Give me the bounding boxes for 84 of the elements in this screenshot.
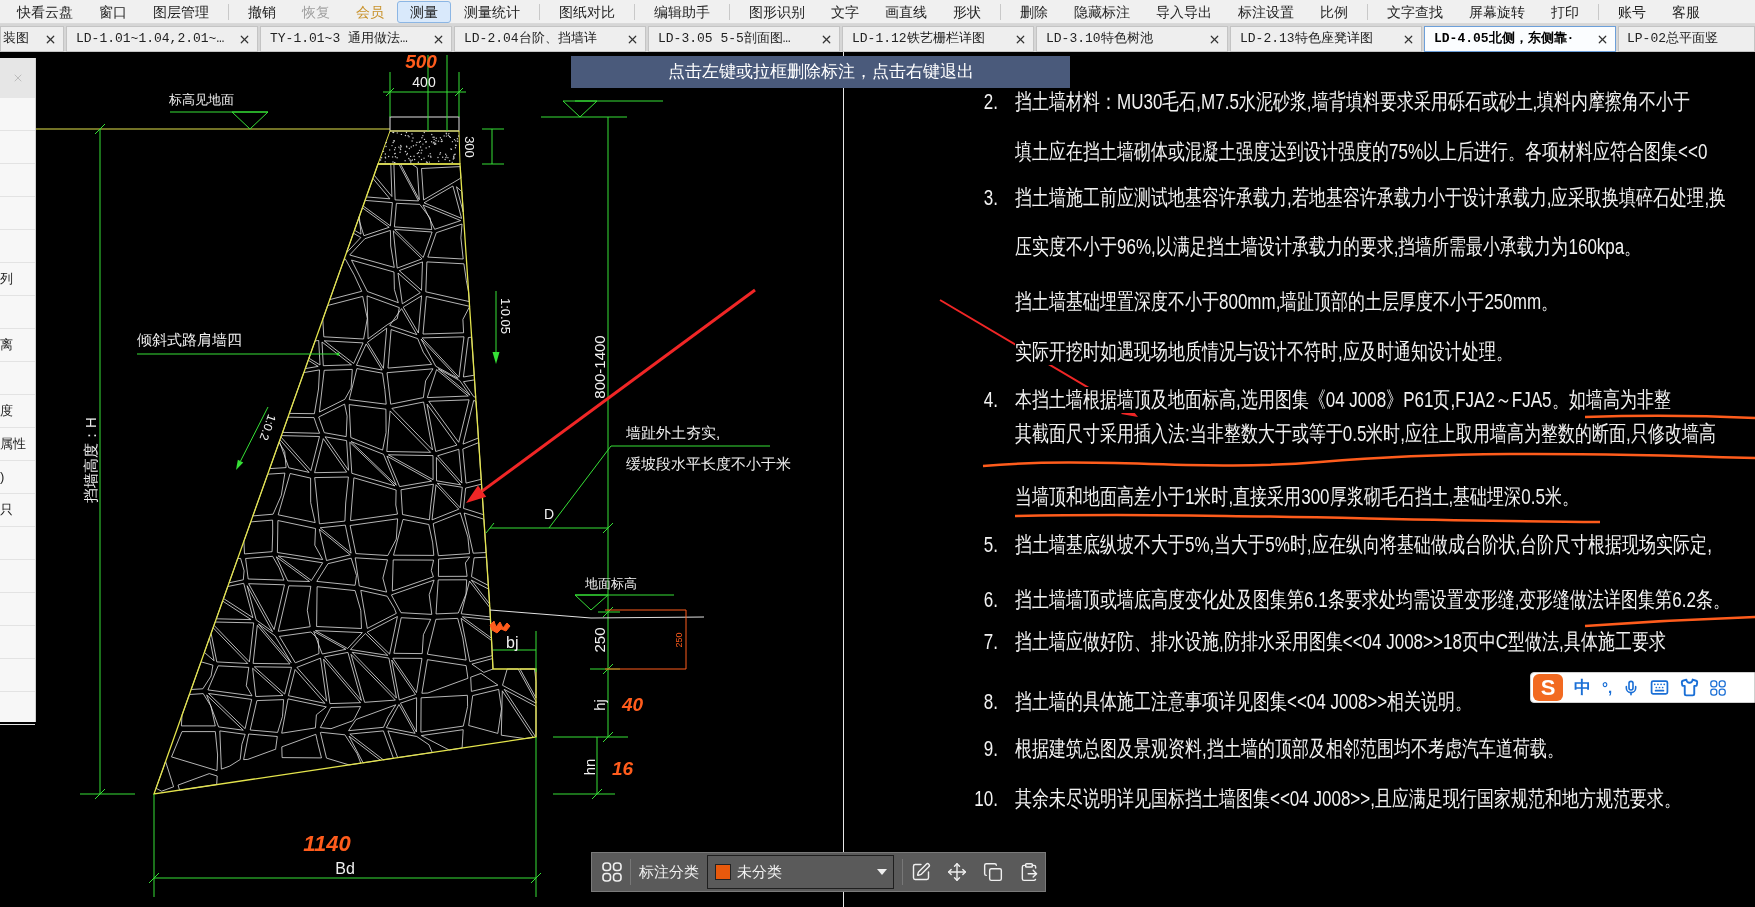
document-tab[interactable]: LD-4.05北侧，东侧靠· bbox=[1424, 26, 1616, 52]
panel-item[interactable]: 列 bbox=[0, 269, 13, 289]
punctuation-button[interactable]: °, bbox=[1602, 680, 1613, 695]
toolbar-button[interactable]: 文字 bbox=[818, 0, 872, 23]
toolbar-button[interactable]: 打印 bbox=[1538, 0, 1592, 23]
document-tab[interactable]: 装图 bbox=[0, 26, 64, 52]
toolbar-button[interactable]: 标注设置 bbox=[1225, 0, 1307, 23]
note-text: 挡土墙施工前应测试地基容许承载力,若地基容许承载力小于设计承载力,应采取换填碎石处理,换 bbox=[1015, 185, 1727, 211]
slope-label: 1:0.2 bbox=[256, 412, 279, 443]
handwritten-dimension: 500 bbox=[405, 52, 437, 72]
toolbar-button[interactable]: 图纸对比 bbox=[546, 0, 628, 23]
document-tab[interactable]: LD-1.12铁艺栅栏详图 bbox=[842, 26, 1034, 52]
toolbar-button[interactable]: 撤销 bbox=[235, 0, 289, 23]
handwritten-dimension: 1140 bbox=[303, 831, 351, 856]
grid-icon[interactable] bbox=[1710, 679, 1727, 696]
dimension-label: hn bbox=[581, 758, 598, 776]
keyboard-icon[interactable] bbox=[1650, 678, 1670, 697]
category-select[interactable]: 未分类 bbox=[707, 855, 894, 889]
panel-item[interactable]: 离 bbox=[0, 335, 13, 355]
dimension-label: bj bbox=[506, 634, 519, 651]
document-tab[interactable]: LP-02总平面竖 bbox=[1618, 26, 1755, 52]
wall-type-label: 倾斜式路肩墙四 bbox=[137, 331, 242, 348]
shirt-icon[interactable] bbox=[1680, 678, 1700, 697]
panel-item[interactable]: ) bbox=[0, 467, 5, 487]
toolbar-button[interactable]: 比例 bbox=[1307, 0, 1361, 23]
panel-item[interactable]: 只 bbox=[0, 500, 13, 520]
grid-icon[interactable] bbox=[602, 862, 622, 882]
toolbar-button[interactable]: 导入导出 bbox=[1143, 0, 1225, 23]
handwritten-dimension: 40 bbox=[622, 694, 644, 715]
clipboard-icon[interactable] bbox=[1019, 862, 1039, 882]
caret-icon bbox=[877, 869, 887, 875]
toolbar-button[interactable]: 形状 bbox=[940, 0, 994, 23]
note-text: 其截面尺寸采用插入法:当非整数大于或等于0.5米时,应往上取用墙高为整数的断面,只修改墙高 bbox=[1015, 421, 1716, 447]
note-text: 挡土墙应做好防、排水设施,防排水采用图集<<04 J008>>18页中C型做法,具体施工要求 bbox=[1015, 629, 1666, 655]
toolbar-button[interactable]: 账号 bbox=[1605, 0, 1659, 23]
dimension-line bbox=[492, 630, 537, 673]
note-text: 挡土墙材料：MU30毛石,M7.5水泥砂浆,墙背填料要求采用砾石或砂土,填料内摩擦角不小于 bbox=[1015, 89, 1691, 115]
toolbar-button[interactable]: 图形识别 bbox=[736, 0, 818, 23]
dimension-label: Bd bbox=[335, 860, 355, 877]
panel-item[interactable]: 度 bbox=[0, 401, 13, 421]
document-tab[interactable]: LD-1.01~1.04,2.01~… bbox=[66, 26, 258, 52]
scribble-icon bbox=[489, 620, 511, 634]
toolbar-button[interactable]: 删除 bbox=[1007, 0, 1061, 23]
toolbar-button[interactable]: 窗口 bbox=[86, 0, 140, 23]
toolbar-button[interactable]: 编辑助手 bbox=[641, 0, 723, 23]
ime-mode-button[interactable]: 中 bbox=[1574, 679, 1591, 696]
toolbar-button[interactable]: 文字查找 bbox=[1374, 0, 1456, 23]
document-tab[interactable]: TY-1.01~3 通用做法… bbox=[260, 26, 452, 52]
toolbar-button[interactable]: 隐藏标注 bbox=[1061, 0, 1143, 23]
slope-label: 1:0.05 bbox=[498, 297, 513, 335]
toolbar-button[interactable]: 测量 bbox=[397, 0, 451, 23]
pencil-square-icon[interactable] bbox=[911, 862, 931, 882]
document-tab[interactable]: LD-3.05 5-5剖面图… bbox=[648, 26, 840, 52]
copy-icon[interactable] bbox=[983, 862, 1003, 882]
note-label: 缓坡段水平长度不小于米 bbox=[626, 455, 791, 472]
note-text: 挡土墙基底纵坡不大于5%,当大于5%时,应在纵向将基础做成台阶状,台阶尺寸根据现场实际定, bbox=[1015, 532, 1713, 558]
panel-item[interactable]: 属性 bbox=[0, 434, 26, 454]
dimension-label: 250 bbox=[591, 627, 608, 653]
dimension-label: hj bbox=[591, 699, 608, 711]
dimension-label: 800-1400 bbox=[591, 335, 608, 399]
dimension-label: D bbox=[543, 506, 555, 522]
document-tab[interactable]: LD-2.04台阶、挡墙详 bbox=[454, 26, 646, 52]
toolbar-button[interactable]: 客服 bbox=[1659, 0, 1713, 23]
document-tab[interactable]: LD-2.13特色座凳详图 bbox=[1230, 26, 1422, 52]
elevation-label: 标高见地面 bbox=[169, 92, 234, 107]
toolbar-button[interactable]: 屏幕旋转 bbox=[1456, 0, 1538, 23]
move-arrows-icon[interactable] bbox=[947, 862, 967, 882]
category-label: 标注分类 bbox=[639, 861, 699, 882]
dimension-label: 300 bbox=[462, 136, 477, 158]
toolbar-button[interactable]: 快看云盘 bbox=[4, 0, 86, 23]
note-text: 本挡土墙根据墙顶及地面标高,选用图集《04 J008》P61页,FJA2～FJA5。如墙高为非整 bbox=[1015, 387, 1671, 413]
note-text: 填土应在挡土墙砌体或混凝土强度达到设计强度的75%以上后进行。各项材料应符合图集<<0 bbox=[1015, 139, 1708, 165]
hint-banner: 点击左键或拉框删除标注，点击右键退出 bbox=[571, 56, 1070, 88]
handwritten-dimension: 250 bbox=[674, 632, 684, 648]
toolbar-button[interactable]: 画直线 bbox=[872, 0, 940, 23]
document-tab[interactable]: LD-3.10特色树池 bbox=[1036, 26, 1228, 52]
handwritten-dimension: 16 bbox=[612, 758, 634, 779]
toolbar-button[interactable]: 测量统计 bbox=[451, 0, 533, 23]
dimension-line bbox=[481, 128, 505, 165]
note-label: 墙趾外土夯实, bbox=[626, 424, 721, 441]
elevation-label: 地面标高 bbox=[585, 576, 637, 591]
dimension-label: 400 bbox=[412, 74, 436, 90]
toolbar-button[interactable]: 图层管理 bbox=[140, 0, 222, 23]
dimension-label: 挡墙高度：H bbox=[82, 417, 99, 503]
